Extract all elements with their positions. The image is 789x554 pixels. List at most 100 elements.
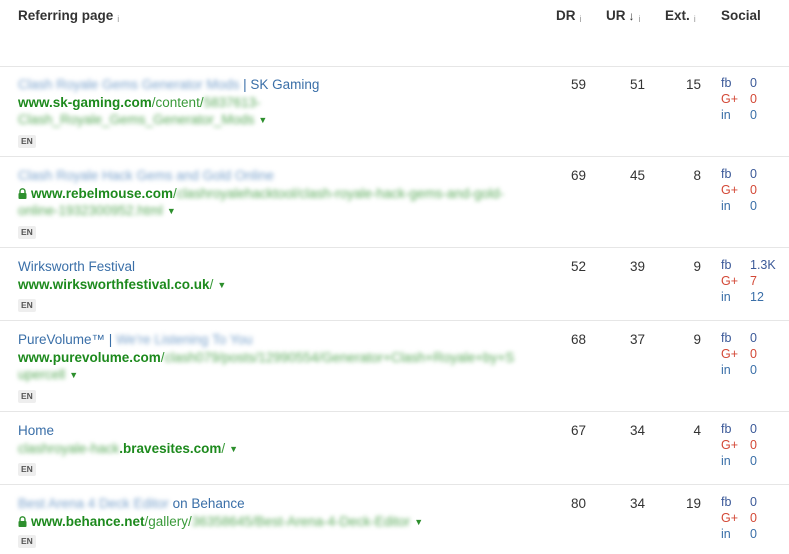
google-plus-label: G+: [721, 347, 739, 361]
col-ext-label: Ext.: [665, 8, 690, 23]
info-icon[interactable]: i: [694, 14, 696, 24]
google-plus-count: 0: [750, 511, 757, 525]
table-row: Home clashroyale-hack.bravesites.com/▼ E…: [0, 412, 789, 485]
referring-page-url[interactable]: www.wirksworthfestival.co.uk/▼: [18, 276, 226, 294]
url-path: /: [221, 441, 226, 456]
referring-page-title[interactable]: Best Arena 4 Deck Editor on Behance: [18, 495, 245, 512]
info-icon[interactable]: i: [117, 14, 119, 24]
blurred-title-text: Best Arena 4 Deck Editor: [18, 496, 169, 511]
referring-page-title[interactable]: Clash Royale Hack Gems and Gold Online: [18, 167, 274, 184]
language-badge: EN: [18, 390, 36, 403]
dropdown-caret-icon[interactable]: ▼: [69, 367, 78, 384]
col-ext[interactable]: Ext. i: [665, 8, 696, 24]
url-path: /gallery/: [144, 514, 192, 529]
dropdown-caret-icon[interactable]: ▼: [229, 441, 238, 458]
referring-page-url[interactable]: www.rebelmouse.com/clashroyalehacktool/c…: [18, 185, 504, 203]
linkedin-label: in: [721, 290, 731, 304]
col-ur[interactable]: UR ↓ i: [606, 8, 641, 24]
blurred-url-text: Clash_Royale_Gems_Generator_Mods: [18, 112, 255, 127]
lock-icon: [18, 186, 27, 203]
language-badge: EN: [18, 463, 36, 476]
col-referring-page[interactable]: Referring page i: [18, 8, 119, 24]
url-domain: www.rebelmouse.com: [31, 186, 174, 201]
dr-value: 59: [570, 77, 586, 92]
linkedin-label: in: [721, 108, 731, 122]
referring-page-url-wrap[interactable]: Clash_Royale_Gems_Generator_Mods ▼: [18, 111, 267, 129]
ext-value[interactable]: 9: [671, 332, 701, 347]
info-icon[interactable]: i: [639, 14, 641, 24]
facebook-count: 0: [750, 76, 757, 90]
blurred-url-text: online-1932300952.html: [18, 203, 163, 218]
blurred-url-text: clashroyalehacktool/clash-royale-hack-ge…: [176, 186, 504, 201]
table-row: PureVolume™ | We're Listening To You www…: [0, 321, 789, 412]
referring-page-title[interactable]: Home: [18, 422, 54, 439]
info-icon[interactable]: i: [580, 14, 582, 24]
referring-page-title[interactable]: Wirksworth Festival: [18, 258, 135, 275]
col-dr[interactable]: DR i: [556, 8, 582, 24]
table-row: Clash Royale Hack Gems and Gold Online w…: [0, 157, 789, 248]
ur-value: 51: [629, 77, 645, 92]
ext-value[interactable]: 15: [671, 77, 701, 92]
referring-page-url[interactable]: www.purevolume.com/clash079/posts/129905…: [18, 349, 514, 366]
google-plus-count: 0: [750, 183, 757, 197]
referring-page-url-wrap[interactable]: upercell ▼: [18, 366, 78, 384]
facebook-label: fb: [721, 258, 732, 272]
referring-page-title[interactable]: PureVolume™ | We're Listening To You: [18, 331, 253, 348]
url-domain: www.behance.net: [31, 514, 145, 529]
ur-value: 34: [629, 423, 645, 438]
dropdown-caret-icon[interactable]: ▼: [167, 203, 176, 220]
table-row: Best Arena 4 Deck Editor on Behance www.…: [0, 485, 789, 554]
google-plus-label: G+: [721, 92, 739, 106]
ur-value: 37: [629, 332, 645, 347]
dropdown-caret-icon[interactable]: ▼: [414, 514, 423, 531]
google-plus-count: 7: [750, 274, 757, 288]
blurred-title-text: We're Listening To You: [116, 332, 253, 347]
language-badge: EN: [18, 299, 36, 312]
facebook-label: fb: [721, 167, 732, 181]
blurred-title-text: Clash Royale Hack Gems and Gold Online: [18, 168, 274, 183]
language-badge: EN: [18, 226, 36, 239]
ext-value[interactable]: 8: [671, 168, 701, 183]
dr-value: 67: [570, 423, 586, 438]
facebook-label: fb: [721, 495, 732, 509]
ur-value: 45: [629, 168, 645, 183]
referring-page-title[interactable]: Clash Royale Gems Generator Mods | SK Ga…: [18, 76, 319, 93]
linkedin-label: in: [721, 199, 731, 213]
ext-value[interactable]: 19: [671, 496, 701, 511]
blurred-url-text: 36358645/Best-Arena-4-Deck-Editor: [191, 514, 411, 529]
url-path: /: [209, 277, 214, 292]
facebook-label: fb: [721, 422, 732, 436]
referring-page-url[interactable]: www.behance.net/gallery/36358645/Best-Ar…: [18, 513, 423, 531]
referring-page-url[interactable]: clashroyale-hack.bravesites.com/▼: [18, 440, 238, 458]
sort-desc-icon[interactable]: ↓: [629, 9, 635, 23]
google-plus-label: G+: [721, 183, 739, 197]
dr-value: 80: [570, 496, 586, 511]
dr-value: 52: [570, 259, 586, 274]
blurred-url-text: upercell: [18, 367, 66, 382]
dropdown-caret-icon[interactable]: ▼: [258, 112, 267, 129]
google-plus-count: 0: [750, 347, 757, 361]
dropdown-caret-icon[interactable]: ▼: [217, 277, 226, 294]
col-dr-label: DR: [556, 8, 576, 23]
col-referring-page-label: Referring page: [18, 8, 114, 23]
ur-value: 34: [629, 496, 645, 511]
title-text: on Behance: [168, 496, 245, 511]
facebook-count: 0: [750, 167, 757, 181]
facebook-label: fb: [721, 76, 732, 90]
linkedin-label: in: [721, 454, 731, 468]
linkedin-count: 0: [750, 108, 757, 122]
language-badge: EN: [18, 535, 36, 548]
google-plus-label: G+: [721, 438, 739, 452]
referring-page-url[interactable]: www.sk-gaming.com/content/5837613-: [18, 94, 261, 111]
blurred-title-text: Clash Royale Gems Generator Mods: [18, 77, 240, 92]
table-header: Referring page i DR i UR ↓ i Ext. i Social: [0, 0, 789, 67]
url-domain: .bravesites.com: [119, 441, 222, 456]
url-path: /content/: [151, 95, 204, 110]
dr-value: 68: [570, 332, 586, 347]
lock-icon: [18, 514, 27, 531]
ext-value[interactable]: 4: [671, 423, 701, 438]
referring-page-url-wrap[interactable]: online-1932300952.html ▼: [18, 202, 176, 220]
ext-value[interactable]: 9: [671, 259, 701, 274]
google-plus-count: 0: [750, 92, 757, 106]
blurred-url-text: clashroyale-hack: [18, 441, 120, 456]
